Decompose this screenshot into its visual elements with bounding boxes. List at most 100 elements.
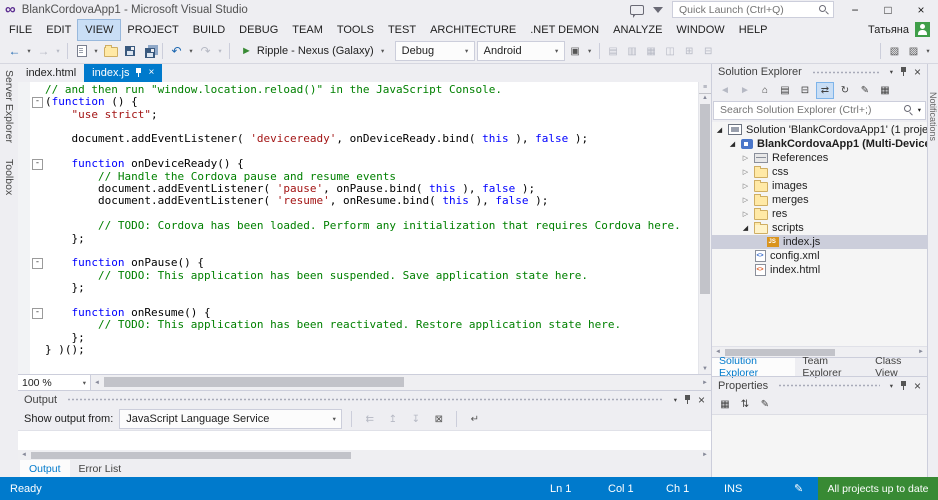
solution-configuration-combo[interactable]: Debug ▾: [394, 41, 475, 62]
tree-expand-icon[interactable]: ▷: [741, 154, 750, 162]
redo-dropdown-icon[interactable]: ▾: [216, 47, 224, 55]
tree-item-config-xml[interactable]: config.xml: [712, 249, 927, 263]
close-icon[interactable]: ×: [698, 393, 705, 407]
menu-project[interactable]: PROJECT: [120, 20, 185, 40]
home-icon[interactable]: ⌂: [757, 83, 773, 98]
undo-dropdown-icon[interactable]: ▾: [187, 47, 195, 55]
zoom-control[interactable]: 100 % ▾: [18, 375, 91, 391]
code-line[interactable]: };: [30, 331, 698, 344]
tab-solution-explorer[interactable]: Solution Explorer: [712, 355, 796, 379]
tree-expand-icon[interactable]: ◢: [741, 224, 750, 232]
fold-collapse-icon[interactable]: -: [32, 307, 43, 319]
menu-debug[interactable]: DEBUG: [232, 20, 285, 40]
outdent-icon[interactable]: ⊟: [700, 41, 717, 61]
forward-icon[interactable]: ►: [737, 83, 753, 98]
collapse-all-icon[interactable]: ⊟: [797, 83, 813, 98]
save-all-icon[interactable]: [140, 41, 157, 61]
feedback-tool-icon[interactable]: ▧: [886, 41, 903, 61]
pin-icon[interactable]: [900, 67, 907, 77]
solution-explorer-horizontal-scrollbar[interactable]: ◄ ►: [712, 346, 927, 358]
code-line[interactable]: } )();: [30, 343, 698, 356]
device-options-dropdown-icon[interactable]: ▾: [586, 47, 594, 55]
tree-expand-icon[interactable]: ▷: [741, 182, 750, 190]
menu-analyze[interactable]: ANALYZE: [606, 20, 669, 40]
categorized-icon[interactable]: ▦: [717, 397, 733, 412]
bookmark-icon[interactable]: ◫: [662, 41, 679, 61]
refresh-icon[interactable]: ↻: [837, 83, 853, 98]
window-position-icon[interactable]: ▾: [674, 396, 677, 404]
scroll-left-icon[interactable]: ◄: [712, 347, 724, 357]
tab-index-html[interactable]: index.html: [18, 64, 84, 82]
pin-icon[interactable]: [900, 380, 907, 391]
tree-item-scripts[interactable]: ◢ scripts: [712, 221, 927, 235]
menu-edit[interactable]: EDIT: [39, 20, 78, 40]
properties-icon[interactable]: ▦: [877, 83, 893, 98]
tree-expand-icon[interactable]: ▷: [741, 210, 750, 218]
window-position-icon[interactable]: ▾: [890, 68, 893, 76]
code-line[interactable]: };: [30, 281, 698, 294]
code-line[interactable]: document.addEventListener( 'deviceready'…: [30, 133, 698, 145]
code-line[interactable]: // TODO: Cordova has been loaded. Perfor…: [30, 219, 698, 232]
output-horizontal-scrollbar[interactable]: ◄ ►: [18, 450, 711, 461]
tab-index-js[interactable]: index.js ×: [84, 63, 163, 82]
navigate-backward-dropdown-icon[interactable]: ▾: [25, 47, 33, 55]
scroll-down-icon[interactable]: ▼: [699, 364, 711, 374]
show-all-files-icon[interactable]: ▤: [777, 83, 793, 98]
notifications-tab[interactable]: Notifications: [928, 92, 938, 141]
user-avatar[interactable]: [915, 22, 930, 38]
tree-item-blankcordovaapp1-multi-device-hyb[interactable]: ◢ BlankCordovaApp1 (Multi-Device Hyb: [712, 137, 927, 151]
tree-item-index-js[interactable]: index.js: [712, 234, 927, 249]
tree-expand-icon[interactable]: ▷: [741, 196, 750, 204]
scrollbar-thumb[interactable]: [725, 349, 835, 357]
word-wrap-icon[interactable]: ↵: [466, 409, 483, 429]
next-message-icon[interactable]: ↧: [407, 409, 424, 429]
fold-collapse-icon[interactable]: -: [32, 97, 43, 109]
menu-test[interactable]: TEST: [381, 20, 423, 40]
menu-file[interactable]: FILE: [2, 20, 39, 40]
solution-explorer-search-box[interactable]: ▾: [713, 100, 926, 120]
window-position-icon[interactable]: ▾: [890, 382, 893, 390]
code-line[interactable]: // TODO: This application has been suspe…: [30, 269, 698, 282]
maximize-button[interactable]: □: [876, 3, 900, 17]
menu-tools[interactable]: TOOLS: [330, 20, 381, 40]
code-line[interactable]: "use strict";: [30, 108, 698, 121]
tree-item-merges[interactable]: ▷ merges: [712, 193, 927, 207]
clear-all-icon[interactable]: ⊠: [430, 409, 447, 429]
tree-item-index-html[interactable]: index.html: [712, 263, 927, 277]
tab-class-view[interactable]: Class View: [868, 355, 927, 379]
menu-build[interactable]: BUILD: [186, 20, 232, 40]
tree-expand-icon[interactable]: ▷: [741, 168, 750, 176]
scroll-right-icon[interactable]: ►: [699, 450, 711, 460]
scroll-left-icon[interactable]: ◄: [18, 450, 30, 460]
back-icon[interactable]: ◄: [717, 83, 733, 98]
tree-expand-icon[interactable]: ◢: [728, 140, 737, 148]
pin-icon[interactable]: [135, 67, 142, 78]
sync-with-active-document-icon[interactable]: ⇄: [816, 81, 834, 99]
comment-icon[interactable]: ▥: [624, 41, 641, 61]
scrollbar-thumb[interactable]: [31, 452, 351, 460]
new-file-dropdown-icon[interactable]: ▾: [92, 47, 100, 55]
tree-item-css[interactable]: ▷ css: [712, 165, 927, 179]
tree-item-solution-blankcordovaapp1-1-project[interactable]: ◢ Solution 'BlankCordovaApp1' (1 project): [712, 123, 927, 137]
navigate-forward-dropdown-icon[interactable]: ▾: [54, 47, 62, 55]
device-options-icon[interactable]: ▣: [567, 41, 584, 61]
scroll-left-icon[interactable]: ◄: [91, 375, 103, 390]
close-button[interactable]: ×: [909, 3, 933, 17]
send-a-frown-icon[interactable]: [653, 6, 663, 13]
code-line[interactable]: // TODO: This application has been react…: [30, 319, 698, 331]
property-pages-icon[interactable]: ✎: [757, 397, 773, 412]
indent-icon[interactable]: ⊞: [681, 41, 698, 61]
tab-error-list[interactable]: Error List: [70, 460, 131, 477]
scroll-right-icon[interactable]: ►: [915, 347, 927, 357]
quick-launch-box[interactable]: [672, 1, 834, 19]
new-file-icon[interactable]: [73, 41, 90, 61]
editor-horizontal-scrollbar[interactable]: ◄ ►: [91, 375, 711, 391]
toolbar-options-icon[interactable]: ▾: [924, 47, 932, 55]
previous-message-icon[interactable]: ↥: [384, 409, 401, 429]
pin-icon[interactable]: [684, 394, 691, 405]
tab-output[interactable]: Output: [20, 460, 70, 478]
fold-collapse-icon[interactable]: -: [32, 159, 43, 171]
debug-target-dropdown-icon[interactable]: ▾: [379, 47, 387, 55]
start-debugging-button[interactable]: ► Ripple - Nexus (Galaxy) ▾: [235, 41, 393, 61]
output-title-bar[interactable]: Output ▾ ×: [18, 391, 711, 408]
